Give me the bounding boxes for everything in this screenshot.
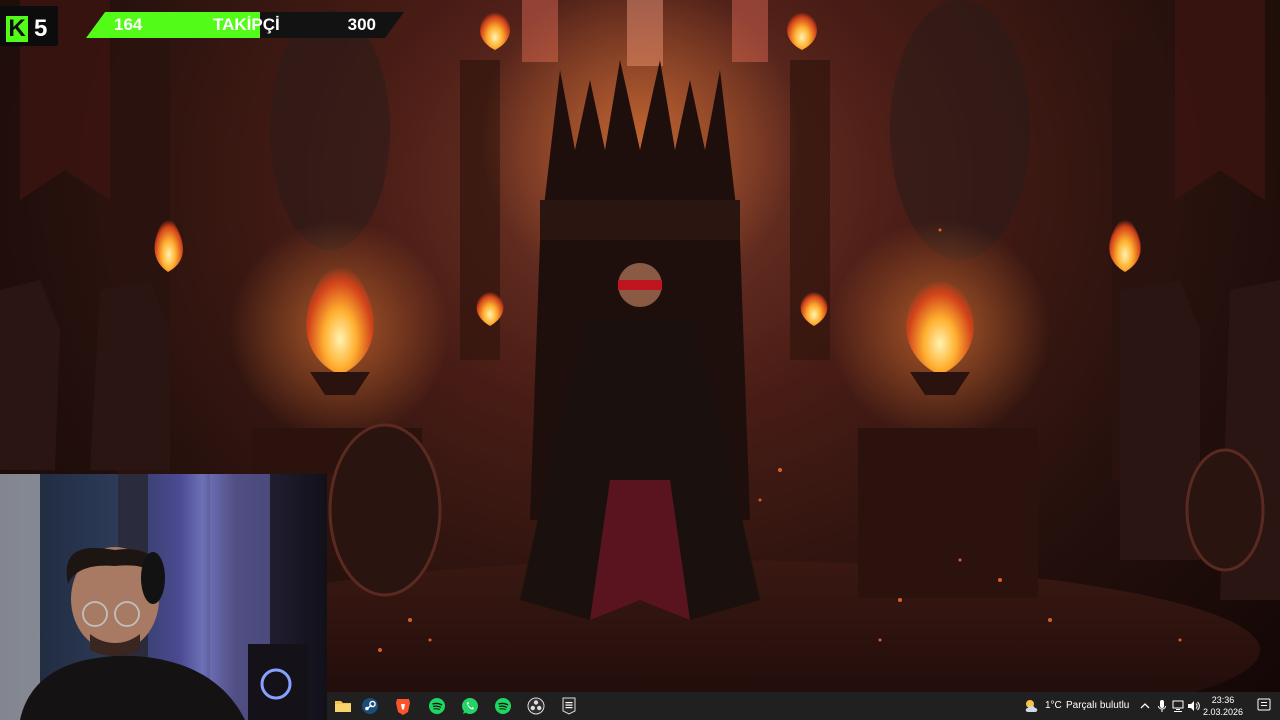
streamer-webcam-image (0, 474, 308, 720)
volume-icon[interactable] (1187, 698, 1201, 714)
kick-logo-icon: K (6, 16, 28, 42)
spotify-icon[interactable] (493, 696, 513, 716)
notification-icon[interactable] (1256, 697, 1272, 713)
network-icon[interactable] (1171, 698, 1185, 714)
obs-icon[interactable] (526, 696, 546, 716)
spotify-icon[interactable] (427, 696, 447, 716)
steam-icon[interactable] (360, 696, 380, 716)
chevron-up-icon[interactable] (1138, 698, 1152, 714)
follower-goal-label: TAKİPÇİ (213, 15, 280, 34)
microphone-icon[interactable] (1155, 698, 1169, 714)
taskbar-clock-date[interactable]: 2.03.2026 (1200, 707, 1246, 717)
whatsapp-icon[interactable] (460, 696, 480, 716)
follower-goal-target: 300 (347, 15, 376, 34)
weather-temperature: 1°C (1045, 700, 1062, 711)
follower-current-count: 164 (114, 15, 143, 34)
epic-games-icon[interactable] (559, 696, 579, 716)
follower-goal-overlay: K 5 164 TAKİPÇİ 300 (0, 0, 420, 52)
brave-browser-icon[interactable] (393, 696, 413, 716)
webcam-feed (0, 474, 327, 720)
follower-progress-bar: 164 TAKİPÇİ 300 (86, 12, 404, 38)
platform-number: 5 (34, 15, 48, 42)
weather-description: Parçalı bulutlu (1066, 700, 1130, 711)
platform-logo-box: K 5 (0, 6, 58, 46)
file-explorer-icon[interactable] (333, 696, 353, 716)
partly-cloudy-icon (1023, 698, 1041, 714)
taskbar-clock-time[interactable]: 23:36 (1206, 695, 1240, 705)
